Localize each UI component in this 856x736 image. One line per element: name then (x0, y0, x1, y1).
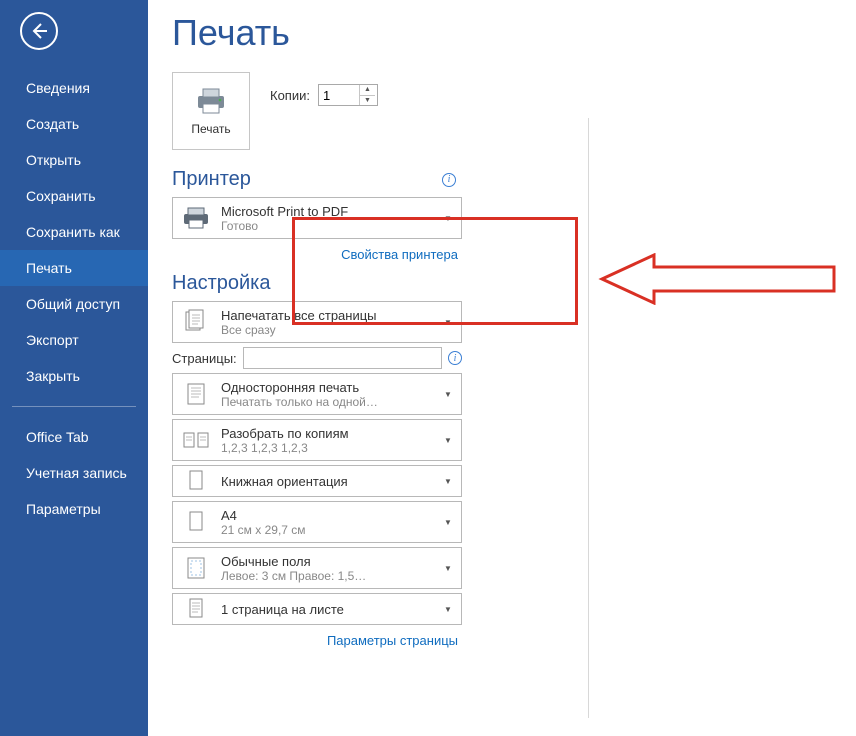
printer-device-icon (182, 207, 210, 229)
printer-info-icon[interactable]: i (442, 173, 456, 187)
printer-name: Microsoft Print to PDF (221, 204, 431, 219)
vertical-divider (588, 118, 589, 718)
per-sheet-main: 1 страница на листе (221, 602, 431, 617)
nav-item-options[interactable]: Параметры (0, 491, 148, 527)
chevron-down-icon: ▼ (441, 605, 455, 614)
nav-item-close[interactable]: Закрыть (0, 358, 148, 394)
chevron-down-icon: ▼ (441, 390, 455, 399)
margins-select[interactable]: Обычные поля Левое: 3 см Правое: 1,5… ▼ (172, 547, 462, 589)
nav-label: Сохранить (26, 188, 96, 204)
pages-per-sheet-select[interactable]: 1 страница на листе ▼ (172, 593, 462, 625)
nav-item-account[interactable]: Учетная запись (0, 455, 148, 491)
single-side-icon (184, 381, 208, 407)
nav-item-new[interactable]: Создать (0, 106, 148, 142)
pages-label: Страницы: (172, 351, 237, 366)
nav-item-save[interactable]: Сохранить (0, 178, 148, 214)
nav-separator (12, 406, 136, 407)
page-title: Печать (172, 12, 856, 54)
print-button-label: Печать (191, 122, 230, 136)
printer-properties-link[interactable]: Свойства принтера (172, 243, 462, 262)
arrow-left-icon (29, 21, 49, 41)
nav-item-office-tab[interactable]: Office Tab (0, 419, 148, 455)
chevron-down-icon: ▼ (441, 477, 455, 486)
chevron-down-icon: ▼ (441, 564, 455, 573)
portrait-icon (186, 469, 206, 493)
chevron-down-icon: ▼ (441, 214, 455, 223)
nav-label: Создать (26, 116, 79, 132)
nav-label: Сохранить как (26, 224, 120, 240)
margins-sub: Левое: 3 см Правое: 1,5… (221, 569, 431, 583)
nav-label: Экспорт (26, 332, 79, 348)
collate-select[interactable]: Разобрать по копиям 1,2,3 1,2,3 1,2,3 ▼ (172, 419, 462, 461)
print-button[interactable]: Печать (172, 72, 250, 150)
copies-input[interactable] (319, 85, 359, 105)
orientation-select[interactable]: Книжная ориентация ▼ (172, 465, 462, 497)
nav-label: Открыть (26, 152, 81, 168)
printer-status: Готово (221, 219, 431, 233)
nav-item-open[interactable]: Открыть (0, 142, 148, 178)
printer-section-title: Принтер (172, 168, 251, 191)
nav-label: Печать (26, 260, 72, 276)
chevron-down-icon: ▼ (441, 518, 455, 527)
nav-label: Сведения (26, 80, 90, 96)
nav-item-print[interactable]: Печать (0, 250, 148, 286)
printer-select[interactable]: Microsoft Print to PDF Готово ▼ (172, 197, 462, 239)
collate-icon (182, 429, 210, 451)
annotation-arrow-icon (598, 253, 838, 305)
sides-sub: Печатать только на одной… (221, 395, 431, 409)
nav-label: Общий доступ (26, 296, 120, 312)
nav-label: Учетная запись (26, 465, 127, 481)
sides-main: Односторонняя печать (221, 380, 431, 395)
nav-item-save-as[interactable]: Сохранить как (0, 214, 148, 250)
chevron-down-icon: ▼ (441, 436, 455, 445)
margins-main: Обычные поля (221, 554, 431, 569)
collate-sub: 1,2,3 1,2,3 1,2,3 (221, 441, 431, 455)
settings-section-title: Настройка (172, 272, 270, 295)
page-setup-link[interactable]: Параметры страницы (172, 629, 462, 648)
copies-spinner[interactable]: ▲ ▼ (318, 84, 378, 106)
chevron-down-icon: ▼ (441, 318, 455, 327)
nav-item-info[interactable]: Сведения (0, 70, 148, 106)
print-scope-main: Напечатать все страницы (221, 308, 431, 323)
margins-icon (185, 555, 207, 581)
copies-label: Копии: (270, 88, 310, 103)
sides-select[interactable]: Односторонняя печать Печатать только на … (172, 373, 462, 415)
nav-label: Office Tab (26, 429, 89, 445)
pages-input[interactable] (243, 347, 442, 369)
collate-main: Разобрать по копиям (221, 426, 431, 441)
print-scope-sub: Все сразу (221, 323, 431, 337)
nav-label: Закрыть (26, 368, 80, 384)
copies-down[interactable]: ▼ (360, 96, 375, 106)
nav-item-share[interactable]: Общий доступ (0, 286, 148, 322)
per-sheet-icon (186, 596, 206, 622)
pages-info-icon[interactable]: i (448, 351, 462, 365)
print-scope-select[interactable]: Напечатать все страницы Все сразу ▼ (172, 301, 462, 343)
back-button[interactable] (20, 12, 58, 50)
copies-up[interactable]: ▲ (360, 85, 375, 96)
paper-icon (186, 509, 206, 535)
nav-label: Параметры (26, 501, 101, 517)
nav-item-export[interactable]: Экспорт (0, 322, 148, 358)
paper-sub: 21 см x 29,7 см (221, 523, 431, 537)
paper-size-select[interactable]: A4 21 см x 29,7 см ▼ (172, 501, 462, 543)
paper-main: A4 (221, 508, 431, 523)
all-pages-icon (183, 309, 209, 335)
orientation-main: Книжная ориентация (221, 474, 431, 489)
printer-icon (194, 86, 228, 116)
